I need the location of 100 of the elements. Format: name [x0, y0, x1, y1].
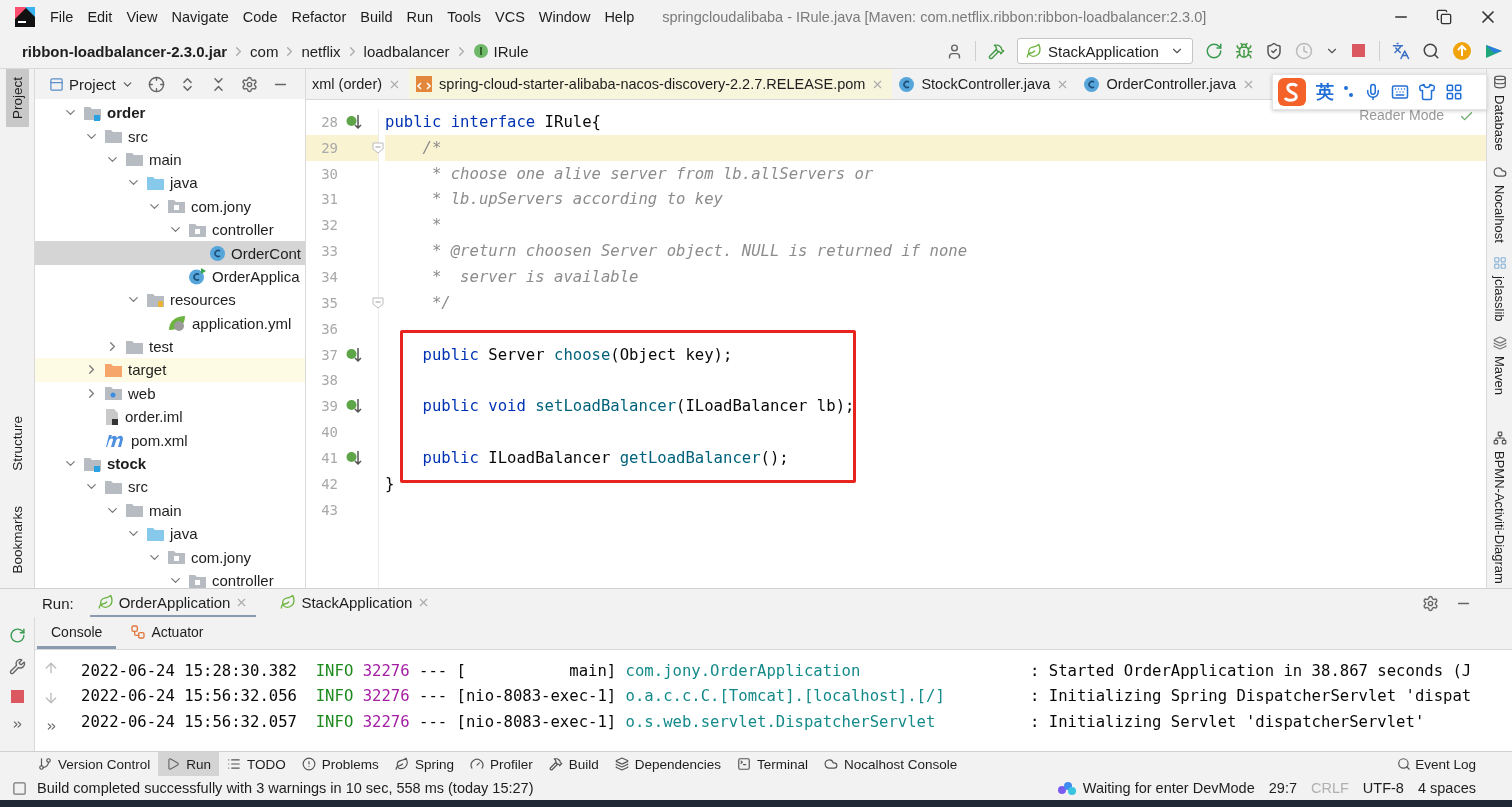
keyboard-icon[interactable] [1391, 83, 1409, 101]
tool-window-tab[interactable]: Nocalhost [1492, 164, 1507, 243]
menu-item[interactable]: Edit [87, 9, 113, 25]
menu-item[interactable]: Help [604, 9, 635, 25]
implemented-icon[interactable] [346, 448, 362, 467]
implemented-icon[interactable] [346, 112, 362, 131]
tool-window-button[interactable]: Problems [293, 752, 387, 776]
tree-item[interactable]: src [35, 475, 305, 499]
breadcrumb-item[interactable]: com [250, 42, 279, 60]
tool-window-button[interactable]: Terminal [729, 752, 817, 776]
translate-icon[interactable] [1392, 42, 1410, 60]
coverage-icon[interactable] [1265, 42, 1283, 60]
settings-icon[interactable] [1422, 594, 1439, 612]
tree-item[interactable]: OrderCont [35, 241, 305, 265]
tool-window-button[interactable]: Version Control [30, 752, 159, 776]
tree-item[interactable]: test [35, 334, 305, 359]
status-item[interactable]: Waiting for enter DevMode [1056, 780, 1255, 796]
tool-window-button[interactable]: Nocalhost Console [816, 752, 966, 776]
tool-window-button[interactable]: Run [158, 752, 220, 776]
run-tab[interactable]: OrderApplication [89, 589, 257, 617]
menu-item[interactable]: Refactor [291, 9, 347, 25]
editor-tab[interactable]: spring-cloud-starter-alibaba-nacos-discovery-2.2.7.RELEASE.pom [409, 69, 893, 99]
rerun-icon[interactable] [8, 627, 26, 644]
breadcrumb-item[interactable]: ribbon-loadbalancer-2.3.0.jar [22, 42, 228, 60]
tool-window-tab[interactable]: Bookmarks [5, 498, 29, 582]
folder-icon [125, 502, 144, 519]
tool-window-tab[interactable]: BPMN-Activiti-Diagram [1492, 431, 1507, 588]
tree-item[interactable]: resources [35, 288, 305, 312]
grid-icon[interactable] [1445, 83, 1463, 101]
user-icon[interactable] [946, 42, 963, 60]
log-message: : Initializing Servlet 'dispatcherServlet' [1029, 712, 1425, 731]
status-toggle-icon[interactable] [12, 780, 27, 796]
menu-item[interactable]: VCS [495, 9, 525, 25]
input-language[interactable]: 英 [1316, 80, 1334, 104]
menu-item[interactable]: Run [406, 9, 434, 25]
tool-window-button[interactable]: Profiler [461, 752, 541, 776]
status-item[interactable]: UTF-8 [1362, 780, 1404, 796]
tree-item[interactable]: java [35, 171, 305, 195]
tool-window-button[interactable]: Spring [386, 752, 462, 776]
tool-window-tab[interactable]: jclasslib [1492, 256, 1507, 322]
menu-item[interactable]: Tools [447, 9, 481, 25]
log-pid: 32276 [362, 661, 410, 680]
settings-icon[interactable] [240, 75, 258, 93]
tree-item[interactable]: main [35, 147, 305, 172]
breadcrumb-item[interactable]: IRule [472, 42, 529, 60]
menu-item[interactable]: Navigate [171, 9, 229, 25]
project-view-dropdown[interactable]: Project [49, 75, 134, 93]
tree-item[interactable]: src [35, 124, 305, 148]
tool-window-button[interactable]: TODO [219, 752, 294, 776]
microphone-icon[interactable] [1364, 83, 1382, 101]
stop-icon[interactable] [1351, 43, 1367, 59]
tree-item[interactable]: order.iml [35, 405, 305, 429]
tree-item[interactable]: com.jony [35, 545, 305, 569]
tool-window-button[interactable]: Dependencies [606, 752, 730, 776]
tree-item[interactable]: target [35, 358, 305, 382]
status-item[interactable]: 29:7 [1268, 780, 1297, 796]
tree-item[interactable]: web [35, 381, 305, 406]
status-item[interactable]: 4 spaces [1417, 780, 1476, 796]
menu-item[interactable]: Window [538, 9, 591, 25]
debug-icon[interactable] [1235, 42, 1253, 60]
maven-icon [104, 432, 126, 449]
menu-item[interactable]: Code [242, 9, 278, 25]
update-icon[interactable] [1452, 41, 1472, 61]
tree-item[interactable]: com.jony [35, 194, 305, 218]
tool-window-tab[interactable]: Structure [5, 407, 29, 479]
tool-window-tab[interactable]: Database [1492, 75, 1507, 151]
hammer-icon[interactable] [988, 42, 1005, 60]
wrench-icon[interactable] [8, 658, 26, 675]
status-message: Build completed successfully with 3 warnings in 10 sec, 558 ms (today 15:27) [37, 780, 534, 796]
run-tab[interactable]: StackApplication [272, 589, 439, 617]
search-icon[interactable] [1422, 42, 1440, 60]
tree-item[interactable]: java [35, 522, 305, 546]
run-configuration-dropdown[interactable]: StackApplication [1017, 38, 1193, 64]
restore-icon[interactable] [1436, 9, 1452, 25]
folder-icon [83, 104, 102, 121]
tree-item[interactable]: controller [35, 568, 305, 588]
tool-window-tab[interactable]: Project [5, 69, 29, 128]
implemented-icon[interactable] [346, 345, 362, 364]
console-tab[interactable]: Actuator [116, 617, 218, 649]
tree-item[interactable]: application.yml [35, 311, 305, 335]
menu-item[interactable]: Build [360, 9, 393, 25]
tree-item[interactable]: order [35, 101, 305, 125]
breadcrumb-item[interactable]: netflix [301, 42, 341, 60]
tree-item[interactable]: pom.xml [35, 428, 305, 452]
breadcrumb-item[interactable]: loadbalancer [363, 42, 450, 60]
tool-window-button[interactable]: Build [540, 752, 607, 776]
menu-item[interactable]: View [126, 9, 158, 25]
menu-item[interactable]: File [50, 9, 74, 25]
tree-item[interactable]: stock [35, 451, 305, 476]
tree-item[interactable]: controller [35, 217, 305, 242]
tree-item[interactable]: OrderApplica [35, 264, 305, 289]
implemented-icon[interactable] [346, 397, 362, 416]
punctuation-icon[interactable] [1343, 85, 1355, 99]
locate-icon[interactable] [147, 75, 165, 93]
tree-item[interactable]: main [35, 498, 305, 523]
tool-window-tab[interactable]: Maven [1492, 336, 1507, 395]
event-log-button[interactable]: Event Log [1397, 756, 1512, 772]
shirt-icon[interactable] [1418, 83, 1436, 101]
rerun-icon[interactable] [1205, 42, 1223, 60]
stop-icon[interactable] [9, 689, 25, 704]
